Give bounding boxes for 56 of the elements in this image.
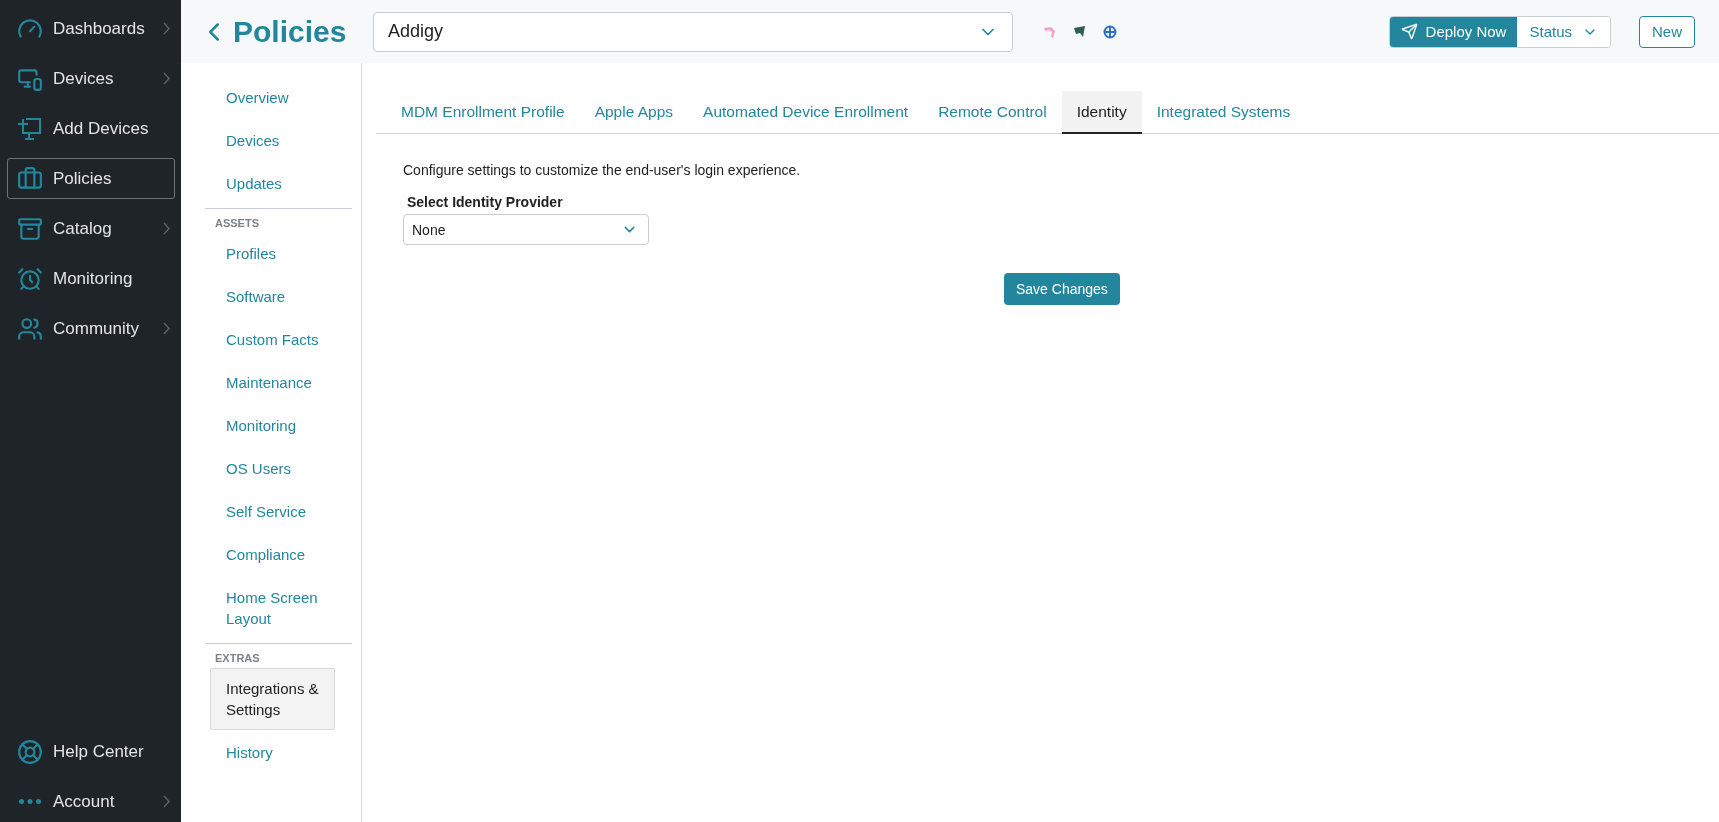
- sidebar-item[interactable]: Devices: [7, 58, 175, 99]
- sidebar-item[interactable]: Dashboards: [7, 8, 175, 49]
- subnav-item[interactable]: Updates: [210, 163, 335, 204]
- description-text: Configure settings to customize the end-user's login experience.: [403, 162, 802, 178]
- subnav-item[interactable]: History: [210, 732, 335, 773]
- subnav-item[interactable]: Custom Facts: [210, 319, 335, 360]
- sidebar-item[interactable]: Community: [7, 308, 175, 349]
- chevron-right-icon: [163, 322, 170, 335]
- tab[interactable]: Identity: [1061, 91, 1142, 134]
- subnav-item[interactable]: Compliance: [210, 534, 335, 575]
- subnav-item[interactable]: Maintenance: [210, 362, 335, 403]
- subnav-item[interactable]: Devices: [210, 120, 335, 161]
- sidebar-item[interactable]: Policies: [7, 158, 175, 199]
- sidebar-item[interactable]: Monitoring: [7, 258, 175, 299]
- arrow-mark-icon: [1043, 24, 1057, 39]
- alarm-clock-icon: [17, 265, 43, 292]
- chevron-right-icon: [163, 795, 170, 808]
- sidebar-item[interactable]: Help Center: [7, 731, 175, 772]
- chevron-right-icon: [163, 22, 170, 35]
- subnav-item[interactable]: Self Service: [210, 491, 335, 532]
- subnav-item[interactable]: Monitoring: [210, 405, 335, 446]
- briefcase-icon: [17, 165, 43, 192]
- tab[interactable]: MDM Enrollment Profile: [386, 91, 580, 134]
- section-heading: EXTRAS: [214, 651, 260, 666]
- leaf-mark-icon: [1073, 24, 1087, 39]
- tab[interactable]: Automated Device Enrollment: [688, 91, 924, 134]
- people-icon: [17, 315, 43, 342]
- paper-plane-icon: [1400, 23, 1418, 40]
- tab[interactable]: Integrated Systems: [1141, 91, 1306, 134]
- lifebuoy-icon: [17, 738, 43, 765]
- tab[interactable]: Remote Control: [923, 91, 1062, 134]
- policy-select[interactable]: Addigy: [373, 11, 1013, 52]
- ellipsis-icon: [19, 799, 41, 804]
- subnav-item[interactable]: Home Screen Layout: [210, 577, 335, 639]
- subnav-item[interactable]: Software: [210, 276, 335, 317]
- sidebar-item[interactable]: Add Devices: [7, 108, 175, 149]
- sidebar-item[interactable]: Catalog: [7, 208, 175, 249]
- status-button[interactable]: Status: [1517, 16, 1610, 47]
- sidebar-item[interactable]: Account: [7, 781, 175, 822]
- subnav-item[interactable]: Profiles: [210, 233, 335, 274]
- identity-provider-select[interactable]: None: [403, 214, 649, 245]
- section-heading: ASSETS: [214, 216, 259, 231]
- subnav-item[interactable]: Integrations & Settings: [210, 668, 335, 730]
- back-link[interactable]: Policies: [199, 14, 359, 49]
- archive-box-icon: [17, 215, 43, 242]
- tab[interactable]: Apple Apps: [579, 91, 689, 134]
- monitor-plus-icon: [17, 115, 43, 142]
- chevron-right-icon: [163, 72, 170, 85]
- subnav-item[interactable]: OS Users: [210, 448, 335, 489]
- new-button[interactable]: New: [1639, 15, 1695, 48]
- field-label: Select Identity Provider: [407, 194, 564, 210]
- save-changes-button[interactable]: Save Changes: [1004, 273, 1120, 305]
- subnav-item[interactable]: Overview: [210, 77, 335, 118]
- crosshair-circle-icon: [1103, 24, 1117, 39]
- chevron-right-icon: [163, 222, 170, 235]
- deploy-now-button[interactable]: Deploy Now: [1389, 16, 1518, 47]
